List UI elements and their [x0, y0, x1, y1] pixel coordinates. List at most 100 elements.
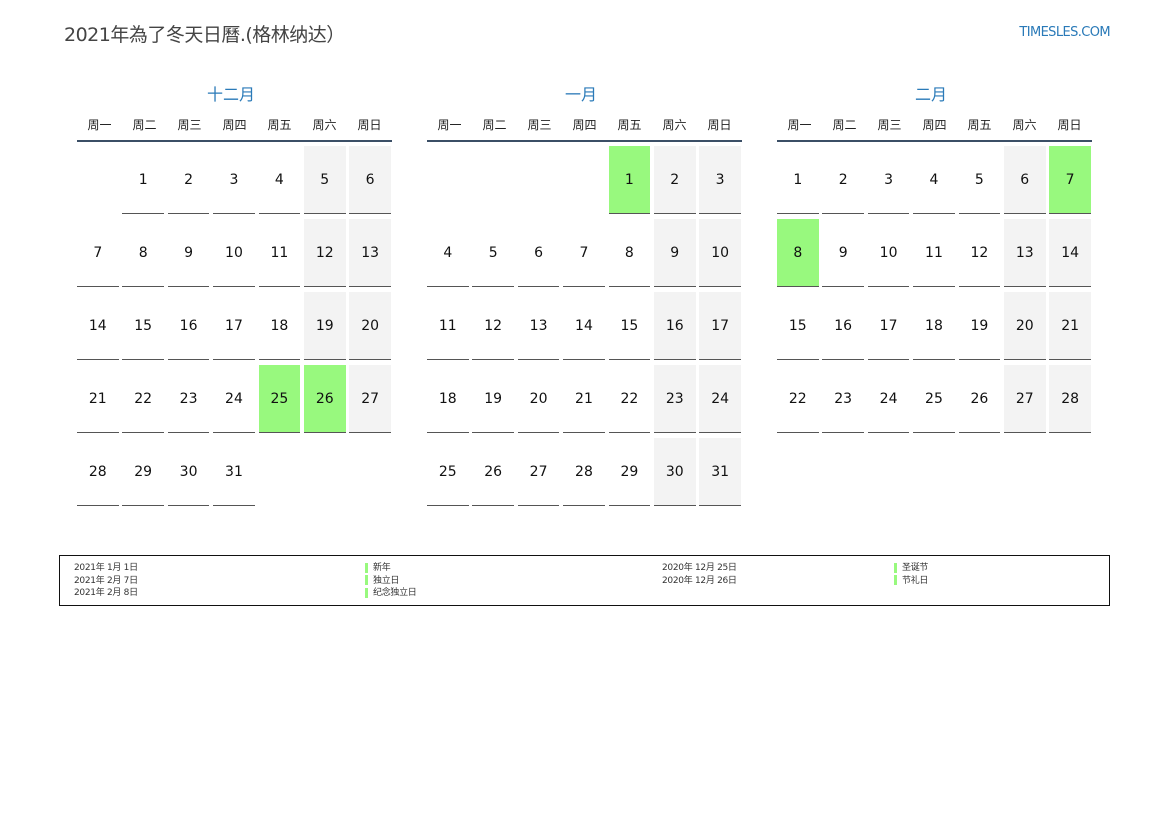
day-cell: 12: [303, 219, 346, 292]
weekday-header: 周一 周二 周三 周四 周五 周六 周日: [427, 110, 742, 142]
weekday-label: 周五: [617, 118, 642, 132]
day-cell: 9: [653, 219, 696, 292]
holiday-day-cell: 8: [777, 219, 819, 292]
holiday-marker-icon: [365, 587, 368, 598]
day-number: 31: [711, 464, 730, 480]
day-number: 8: [793, 245, 803, 261]
day-cell: 23: [822, 365, 864, 438]
day-number: 10: [879, 245, 898, 261]
day-number: 22: [134, 391, 153, 407]
day-cell: 22: [122, 365, 164, 438]
month-title: 十二月: [206, 85, 255, 104]
day-number: 21: [575, 391, 593, 407]
day-cell: 20: [1003, 292, 1046, 365]
weekday-label: 周日: [707, 118, 732, 132]
day-number: 7: [1065, 172, 1075, 188]
weekday-label: 周二: [132, 118, 157, 132]
day-number: 18: [438, 391, 457, 407]
legend-date: 2020年 12月 25日: [662, 563, 737, 573]
day-cell: 31: [699, 438, 741, 511]
day-cell: 8: [122, 219, 164, 292]
day-number: 11: [270, 245, 289, 261]
day-cell: 18: [913, 292, 955, 365]
day-cell: 20: [517, 365, 560, 438]
day-number: 25: [438, 464, 457, 480]
day-cell: 6: [1003, 146, 1046, 219]
day-cell: 19: [303, 292, 346, 365]
day-number: 27: [1015, 391, 1034, 407]
day-number: 8: [138, 245, 148, 261]
legend-name: 独立日: [373, 575, 400, 586]
day-number: 16: [834, 318, 853, 334]
day-number: 31: [225, 464, 243, 480]
day-cell: 5: [472, 219, 514, 292]
month-january: 一月 周一 周二 周三 周四 周五 周六 周日 1 2 3 4 5 6 7 8 9 10 11 12 13 14 15 1…: [427, 80, 747, 511]
holiday-marker-icon: [894, 575, 897, 585]
day-number: 18: [925, 318, 943, 334]
day-number: 14: [1061, 245, 1080, 261]
weekday-label: 周四: [222, 118, 247, 132]
day-cell: 10: [867, 219, 910, 292]
day-number: 20: [1015, 318, 1034, 334]
day-number: 29: [620, 464, 639, 480]
day-cell: 1: [777, 146, 819, 219]
day-cell: 17: [699, 292, 741, 365]
day-number: 10: [711, 245, 730, 261]
day-cell: 11: [258, 219, 301, 292]
day-number: 25: [925, 391, 943, 407]
day-number: 2: [838, 172, 848, 188]
day-grid: 1 2 3 4 5 6 7 8 9 10 11 12 13 14 15 16 17 18 19 20 21 22 23 24 2…: [77, 146, 397, 511]
holiday-marker-icon: [365, 575, 368, 585]
day-number: 14: [575, 318, 593, 334]
day-cell: 7: [563, 219, 605, 292]
day-number: 24: [225, 391, 243, 407]
day-number: 7: [93, 245, 103, 261]
day-grid: 1 2 3 4 5 6 7 8 9 10 11 12 13 14 15 16 17 18 19 20 21 22 23 24 2…: [427, 146, 747, 511]
empty-cell: [77, 146, 119, 219]
day-cell: 14: [1049, 219, 1091, 292]
day-cell: 18: [427, 365, 469, 438]
day-number: 3: [715, 172, 725, 188]
legend-dates-left: 2021年 1月 1日 2021年 2月 7日 2021年 2月 8日: [74, 562, 138, 600]
day-cell: 29: [122, 438, 164, 511]
day-number: 15: [788, 318, 807, 334]
day-number: 17: [879, 318, 898, 334]
day-cell: 10: [699, 219, 741, 292]
day-number: 7: [579, 245, 589, 261]
day-number: 12: [484, 318, 503, 334]
day-cell: 13: [349, 219, 391, 292]
day-number: 13: [529, 318, 548, 334]
day-cell: 27: [1003, 365, 1046, 438]
day-number: 5: [488, 245, 498, 261]
day-number: 13: [361, 245, 380, 261]
day-cell: 28: [1049, 365, 1091, 438]
day-number: 10: [225, 245, 243, 261]
legend-name: 纪念独立日: [373, 588, 417, 598]
legend-date: 2021年 2月 7日: [74, 575, 138, 586]
day-number: 17: [225, 318, 243, 334]
day-cell: 26: [472, 438, 514, 511]
day-number: 28: [575, 464, 593, 480]
empty-cell: [563, 146, 605, 219]
day-number: 26: [315, 391, 334, 407]
day-cell: 22: [777, 365, 819, 438]
weekday-label: 周一: [437, 118, 462, 132]
site-link[interactable]: TIMESLES.COM: [1019, 25, 1110, 40]
day-number: 30: [179, 464, 198, 480]
day-cell: 5: [303, 146, 346, 219]
day-number: 13: [1015, 245, 1034, 261]
day-number: 2: [184, 172, 194, 188]
day-number: 8: [624, 245, 634, 261]
day-cell: 2: [653, 146, 696, 219]
weekday-label: 周六: [662, 118, 687, 132]
day-cell: 9: [167, 219, 210, 292]
day-number: 24: [879, 391, 898, 407]
day-number: 28: [1061, 391, 1080, 407]
day-number: 23: [665, 391, 684, 407]
day-number: 1: [624, 172, 634, 188]
day-number: 27: [361, 391, 380, 407]
day-number: 12: [970, 245, 989, 261]
legend-date: 2021年 2月 8日: [74, 588, 138, 598]
day-cell: 10: [213, 219, 255, 292]
month-february: 二月 周一 周二 周三 周四 周五 周六 周日 1 2 3 4 5 6 7 8 9 10 11 12 13 14 15 1…: [777, 80, 1097, 438]
